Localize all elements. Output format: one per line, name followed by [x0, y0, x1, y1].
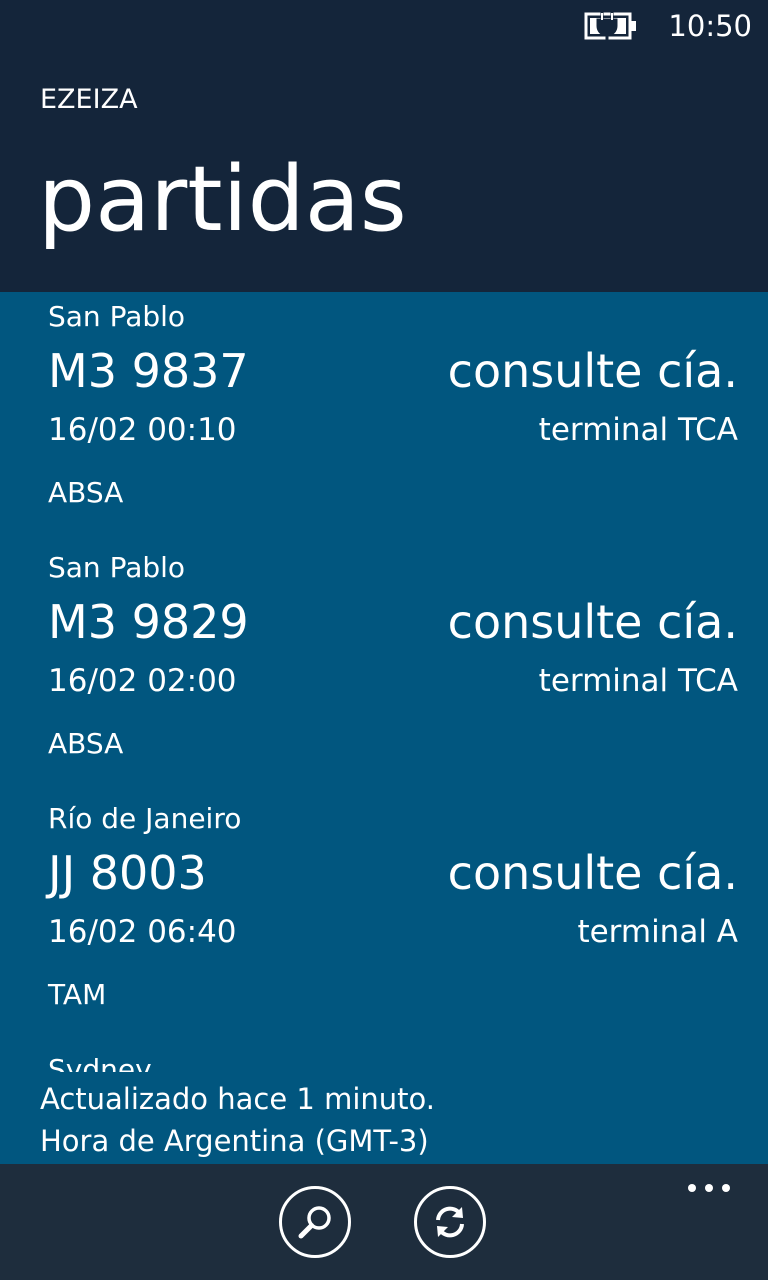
flight-airline: TAM [48, 978, 107, 1011]
flight-status: consulte cía. [447, 846, 738, 900]
clock: 10:50 [668, 9, 752, 43]
battery-charging-icon [584, 12, 637, 42]
app-title: EZEIZA [40, 84, 138, 115]
flights-list[interactable]: San Pablo M3 9837 consulte cía. 16/02 00… [0, 292, 768, 1072]
flight-destination: San Pablo [48, 300, 186, 333]
search-button[interactable] [279, 1186, 351, 1258]
flight-code: M3 9829 [48, 595, 249, 649]
flight-item[interactable]: San Pablo M3 9829 consulte cía. 16/02 02… [0, 543, 768, 793]
update-info: Actualizado hace 1 minuto. Hora de Argen… [40, 1078, 435, 1162]
flight-item[interactable]: San Pablo M3 9837 consulte cía. 16/02 00… [0, 292, 768, 542]
flight-datetime: 16/02 06:40 [48, 914, 237, 950]
ellipsis-icon [688, 1184, 696, 1192]
flight-terminal: terminal TCA [538, 412, 738, 448]
flight-code: JJ 8003 [48, 846, 207, 900]
search-icon [298, 1206, 331, 1239]
timezone-text: Hora de Argentina (GMT-3) [40, 1124, 429, 1158]
flight-datetime: 16/02 00:10 [48, 412, 237, 448]
flight-item[interactable]: Sydney [0, 1045, 768, 1072]
flight-status: consulte cía. [447, 344, 738, 398]
flight-terminal: terminal TCA [538, 663, 738, 699]
last-updated-text: Actualizado hace 1 minuto. [40, 1082, 435, 1116]
flight-airline: ABSA [48, 727, 124, 760]
ellipsis-icon [705, 1184, 713, 1192]
flight-terminal: terminal A [577, 914, 738, 950]
page-title: partidas [38, 147, 407, 252]
refresh-button[interactable] [414, 1186, 486, 1258]
more-options-button[interactable] [688, 1178, 730, 1198]
page-header: 10:50 EZEIZA partidas [0, 0, 768, 292]
ellipsis-icon [722, 1184, 730, 1192]
app-bar [0, 1164, 768, 1280]
refresh-icon [436, 1206, 464, 1238]
flight-item[interactable]: Río de Janeiro JJ 8003 consulte cía. 16/… [0, 794, 768, 1044]
status-bar: 10:50 [584, 6, 752, 46]
flight-datetime: 16/02 02:00 [48, 663, 237, 699]
flight-destination: Sydney [48, 1053, 152, 1072]
flight-status: consulte cía. [447, 595, 738, 649]
flight-airline: ABSA [48, 476, 124, 509]
flight-code: M3 9837 [48, 344, 249, 398]
flight-destination: San Pablo [48, 551, 186, 584]
flight-destination: Río de Janeiro [48, 802, 242, 835]
